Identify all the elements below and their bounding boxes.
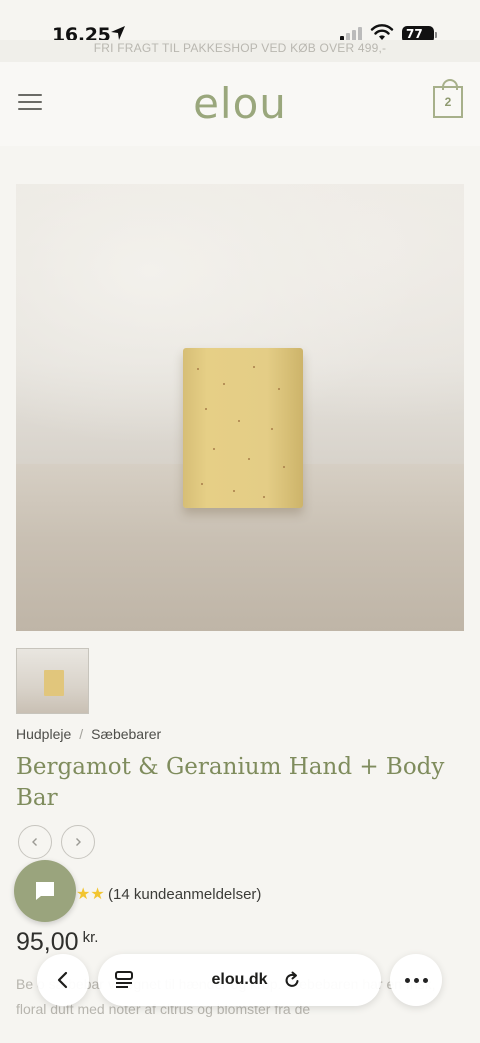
breadcrumb-item-saebebarer[interactable]: Sæbebarer (91, 726, 161, 742)
rating-stars: ★★ (76, 886, 105, 903)
chat-button[interactable] (14, 860, 76, 922)
previous-product-button[interactable] (18, 825, 52, 859)
shipping-banner: FRI FRAGT TIL PAKKESHOP VED KØB OVER 499… (0, 40, 480, 62)
browser-domain[interactable]: elou.dk (98, 971, 381, 989)
next-product-button[interactable] (61, 825, 95, 859)
breadcrumb-item-hudpleje[interactable]: Hudpleje (16, 726, 71, 742)
site-header: elou 2 (0, 62, 480, 146)
browser-address-bar[interactable]: elou.dk (98, 954, 381, 1006)
thumbnail-soap (44, 670, 64, 696)
product-title: Bergamot & Geranium Hand + Body Bar (16, 754, 445, 811)
location-arrow-icon (111, 26, 125, 40)
back-icon (57, 971, 68, 989)
site-logo[interactable]: elou (0, 80, 480, 128)
chat-icon (36, 882, 54, 900)
browser-toolbar: elou.dk (0, 950, 480, 1010)
browser-back-button[interactable] (37, 954, 89, 1006)
chevron-left-icon (32, 838, 37, 846)
signal-icon (340, 27, 362, 41)
cart-icon[interactable]: 2 (433, 79, 463, 118)
product-main-image[interactable] (16, 184, 464, 631)
reload-icon[interactable] (282, 970, 302, 990)
product-thumbnail[interactable] (16, 648, 89, 714)
chevron-right-icon (76, 838, 81, 846)
soap-bar-image (183, 348, 303, 508)
reviews-link[interactable]: (14 kundeanmeldelser) (108, 886, 261, 903)
more-icon[interactable] (390, 954, 442, 1006)
price-currency: kr. (82, 929, 99, 946)
breadcrumb: Hudpleje / Sæbebarer (16, 726, 161, 742)
breadcrumb-separator: / (79, 726, 84, 742)
